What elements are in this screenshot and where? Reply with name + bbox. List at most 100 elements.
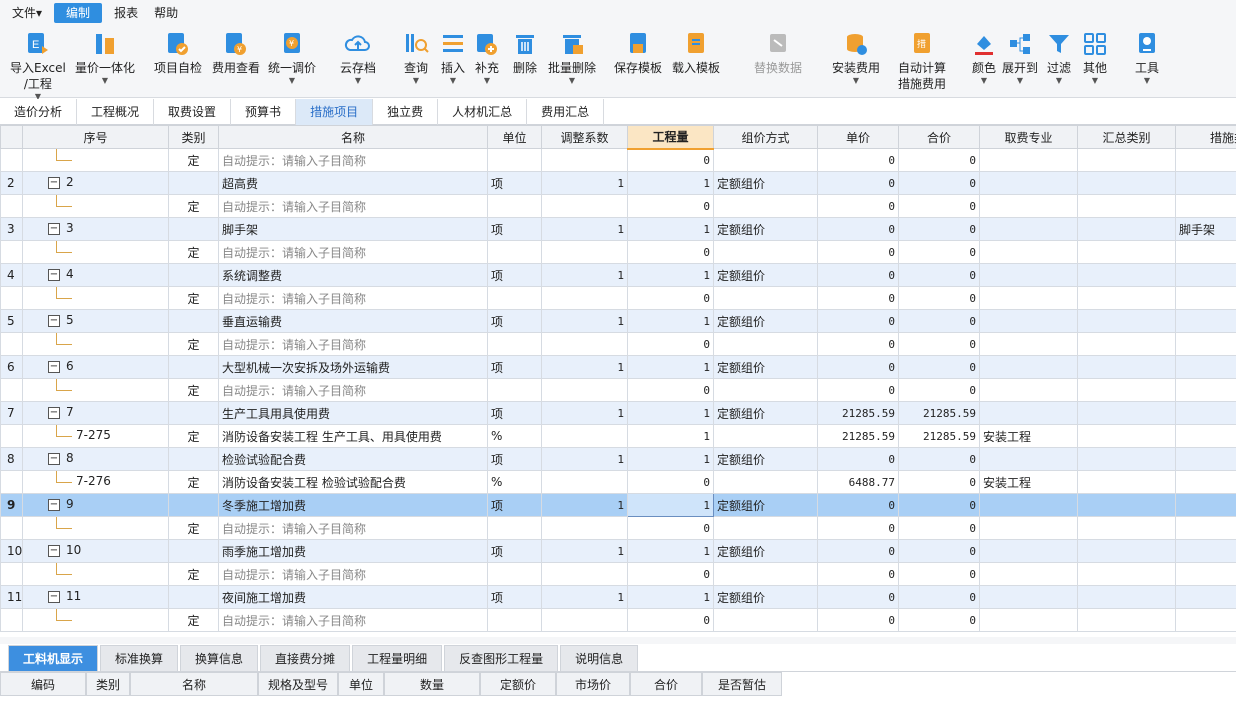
name-cell[interactable]: 自动提示：请输入子目简称 — [218, 516, 488, 540]
fee-profession-cell[interactable] — [979, 585, 1078, 609]
adjust-coef-cell[interactable] — [541, 562, 628, 586]
total-price-cell[interactable]: 0 — [898, 470, 980, 494]
pricing-method-cell[interactable] — [713, 470, 818, 494]
category-cell[interactable] — [168, 401, 219, 425]
name-cell[interactable]: 自动提示：请输入子目简称 — [218, 240, 488, 264]
table-row[interactable]: 2−2 超高费项 1 1 定额组价 0 0 — [0, 171, 1236, 195]
adjust-coef-cell[interactable] — [541, 470, 628, 494]
total-price-cell[interactable]: 0 — [898, 171, 980, 195]
collapse-toggle-icon[interactable]: − — [48, 315, 60, 327]
total-price-cell[interactable]: 0 — [898, 378, 980, 402]
pricing-method-cell[interactable] — [713, 378, 818, 402]
unit-price-cell[interactable]: 0 — [817, 263, 899, 287]
measure-category-cell[interactable] — [1175, 355, 1236, 379]
self-check-button[interactable]: 项目自检 — [154, 30, 202, 76]
pricing-method-cell[interactable]: 定额组价 — [713, 263, 818, 287]
measure-category-cell[interactable] — [1175, 585, 1236, 609]
header-unit[interactable]: 单位 — [487, 125, 542, 149]
tab-fee-settings[interactable]: 取费设置 — [154, 99, 232, 125]
fee-profession-cell[interactable] — [979, 217, 1078, 241]
category-cell[interactable] — [168, 171, 219, 195]
table-row[interactable]: 定自动提示：请输入子目简称 0 0 0 — [0, 194, 1236, 218]
table-row[interactable]: 定自动提示：请输入子目简称 0 0 0 — [0, 286, 1236, 310]
unit-cell[interactable]: 项 — [487, 539, 542, 563]
query-button[interactable]: 查询 ▼ — [402, 30, 430, 86]
summary-category-cell[interactable] — [1077, 194, 1176, 218]
unit-price-cell[interactable]: 0 — [817, 171, 899, 195]
quantity-cell[interactable]: 1 — [627, 309, 714, 333]
summary-category-cell[interactable] — [1077, 148, 1176, 172]
summary-category-cell[interactable] — [1077, 355, 1176, 379]
measure-category-cell[interactable] — [1175, 470, 1236, 494]
unit-price-cell[interactable]: 0 — [817, 286, 899, 310]
adjust-coef-cell[interactable] — [541, 148, 628, 172]
table-row[interactable]: 定自动提示：请输入子目简称 0 0 0 — [0, 148, 1236, 172]
unit-price-cell[interactable]: 0 — [817, 332, 899, 356]
adjust-coef-cell[interactable] — [541, 194, 628, 218]
seq-cell[interactable]: −8 — [22, 447, 169, 471]
table-row[interactable]: 5−5 垂直运输费项 1 1 定额组价 0 0 — [0, 309, 1236, 333]
unit-cell[interactable]: 项 — [487, 309, 542, 333]
tab-independent-fee[interactable]: 独立费 — [373, 99, 439, 125]
unit-price-cell[interactable]: 0 — [817, 355, 899, 379]
quantity-cell[interactable]: 0 — [627, 562, 714, 586]
adjust-coef-cell[interactable] — [541, 424, 628, 448]
unit-cell[interactable] — [487, 562, 542, 586]
quantity-cell[interactable]: 0 — [627, 240, 714, 264]
pricing-method-cell[interactable]: 定额组价 — [713, 171, 818, 195]
row-number-cell[interactable] — [0, 424, 23, 448]
seq-cell[interactable] — [22, 148, 169, 172]
total-price-cell[interactable]: 0 — [898, 332, 980, 356]
row-number-cell[interactable] — [0, 240, 23, 264]
quantity-cell[interactable]: 1 — [627, 585, 714, 609]
other-button[interactable]: 其他 ▼ — [1081, 30, 1109, 86]
summary-category-cell[interactable] — [1077, 171, 1176, 195]
quantity-cell[interactable]: 0 — [627, 516, 714, 540]
name-cell[interactable]: 夜间施工增加费 — [218, 585, 488, 609]
name-cell[interactable]: 自动提示：请输入子目简称 — [218, 332, 488, 356]
row-number-cell[interactable] — [0, 286, 23, 310]
unit-cell[interactable] — [487, 148, 542, 172]
measure-category-cell[interactable] — [1175, 332, 1236, 356]
header-measure-category[interactable]: 措施类 — [1175, 125, 1236, 149]
table-row[interactable]: 定自动提示：请输入子目简称 0 0 0 — [0, 608, 1236, 632]
summary-category-cell[interactable] — [1077, 493, 1176, 517]
name-cell[interactable]: 系统调整费 — [218, 263, 488, 287]
seq-cell[interactable] — [22, 332, 169, 356]
row-number-cell[interactable] — [0, 562, 23, 586]
category-cell[interactable]: 定 — [168, 516, 219, 540]
cloud-save-button[interactable]: 云存档 ▼ — [340, 30, 376, 86]
summary-category-cell[interactable] — [1077, 401, 1176, 425]
fee-profession-cell[interactable] — [979, 355, 1078, 379]
header-seq[interactable]: 序号 — [22, 125, 169, 149]
total-price-cell[interactable]: 0 — [898, 355, 980, 379]
fee-profession-cell[interactable] — [979, 286, 1078, 310]
fee-profession-cell[interactable]: 安装工程 — [979, 470, 1078, 494]
measure-category-cell[interactable] — [1175, 447, 1236, 471]
unit-cell[interactable]: 项 — [487, 401, 542, 425]
summary-category-cell[interactable] — [1077, 447, 1176, 471]
unit-cell[interactable]: 项 — [487, 447, 542, 471]
measure-category-cell[interactable] — [1175, 608, 1236, 632]
header-unit-price[interactable]: 单价 — [817, 125, 899, 149]
name-cell[interactable]: 大型机械一次安拆及场外运输费 — [218, 355, 488, 379]
unit-price-cell[interactable]: 0 — [817, 447, 899, 471]
adjust-coef-cell[interactable]: 1 — [541, 355, 628, 379]
adjust-coef-cell[interactable]: 1 — [541, 585, 628, 609]
seq-cell[interactable]: −2 — [22, 171, 169, 195]
row-number-cell[interactable] — [0, 194, 23, 218]
delete-button[interactable]: 删除 — [511, 30, 539, 76]
filter-button[interactable]: 过滤 ▼ — [1045, 30, 1073, 86]
seq-cell[interactable]: −3 — [22, 217, 169, 241]
name-cell[interactable]: 自动提示：请输入子目简称 — [218, 286, 488, 310]
unit-cell[interactable]: 项 — [487, 585, 542, 609]
row-number-cell[interactable] — [0, 608, 23, 632]
detail-header-is-estimate[interactable]: 是否暂估 — [702, 672, 782, 696]
total-price-cell[interactable]: 0 — [898, 516, 980, 540]
name-cell[interactable]: 脚手架 — [218, 217, 488, 241]
pricing-method-cell[interactable]: 定额组价 — [713, 217, 818, 241]
measure-category-cell[interactable] — [1175, 516, 1236, 540]
table-row[interactable]: 定自动提示：请输入子目简称 0 0 0 — [0, 240, 1236, 264]
auto-calc-measure-fee-button[interactable]: 措 自动计算 措施费用 — [898, 30, 946, 92]
unit-price-cell[interactable]: 0 — [817, 562, 899, 586]
